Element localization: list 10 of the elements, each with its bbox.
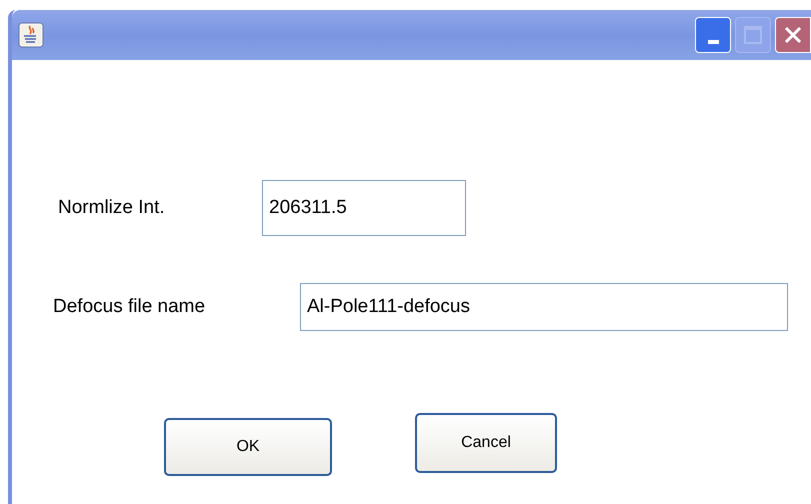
cancel-button[interactable]: Cancel	[415, 413, 557, 473]
ok-button[interactable]: OK	[164, 418, 332, 476]
close-button[interactable]	[775, 17, 811, 53]
close-icon	[783, 25, 803, 45]
java-cup-icon	[18, 22, 44, 48]
field-label: Normlize Int.	[58, 196, 166, 220]
input-field[interactable]: 206311.5	[262, 180, 466, 236]
minimize-button[interactable]	[695, 17, 731, 53]
input-field[interactable]: Al-Pole111-defocus	[300, 283, 788, 331]
field-label: Defocus file name	[53, 294, 206, 319]
